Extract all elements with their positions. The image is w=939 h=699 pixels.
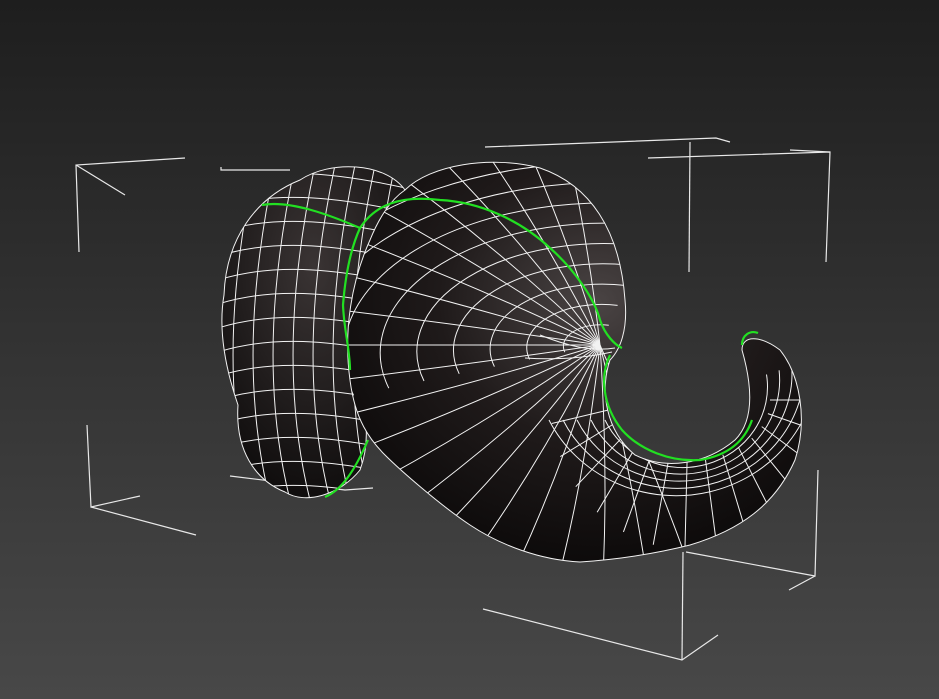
bbox-edge	[788, 575, 816, 591]
3d-viewport[interactable]	[0, 0, 939, 699]
bbox-corner-top-right-back	[484, 137, 731, 148]
bbox-edge	[90, 506, 197, 536]
bbox-corner-top-right-front	[647, 151, 831, 263]
bbox-corner-top-left	[75, 157, 186, 253]
elephant-head-mesh[interactable]	[124, 68, 830, 625]
bbox-corner-top-middle	[220, 167, 290, 171]
bbox-edge	[789, 149, 831, 153]
bbox-edge	[75, 164, 126, 196]
bbox-edge	[688, 141, 691, 273]
bbox-edge	[681, 551, 684, 661]
bbox-corner-bottom-left	[86, 424, 141, 508]
scene-canvas[interactable]	[0, 0, 939, 699]
